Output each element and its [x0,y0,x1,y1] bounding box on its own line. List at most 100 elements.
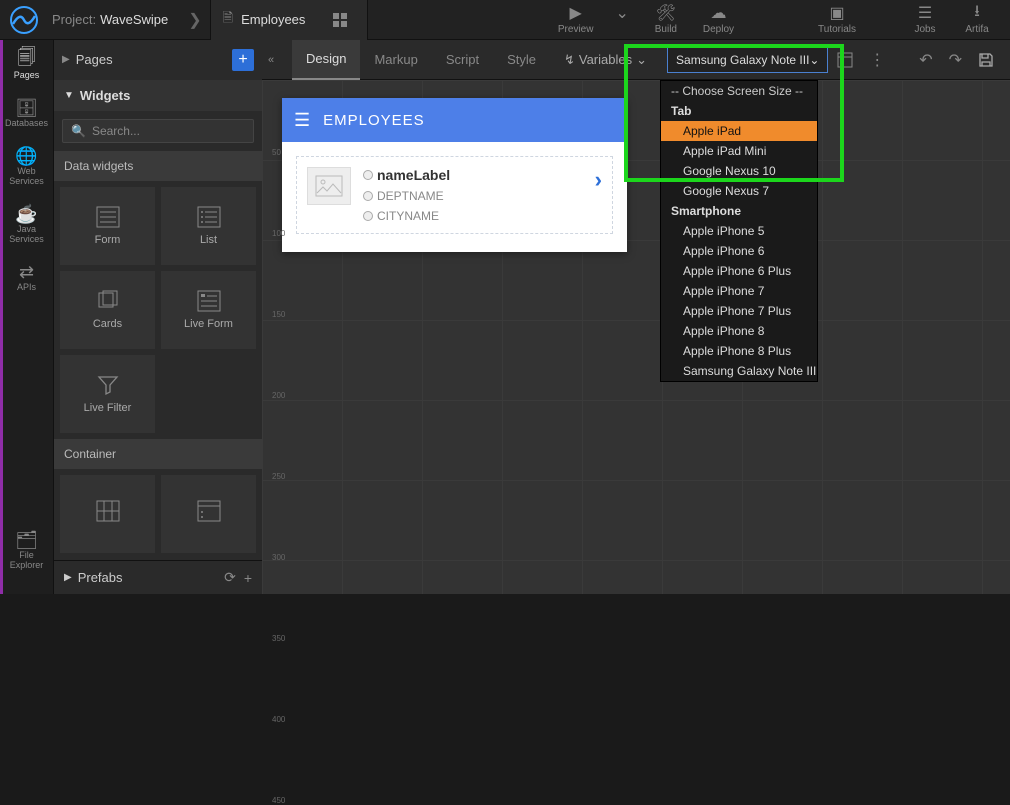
device-option-choose[interactable]: -- Choose Screen Size -- [661,81,817,101]
preview-button[interactable]: ▶Preview [548,4,604,35]
pages-section-header[interactable]: ▶ Pages + [54,40,262,80]
device-option-ipad[interactable]: Apple iPad [661,121,817,141]
widget-live-form[interactable]: Live Form [161,271,256,349]
device-option-iphone7[interactable]: Apple iPhone 7 [661,281,817,301]
widget-container-2[interactable] [161,475,256,553]
tab-style[interactable]: Style [493,40,550,80]
device-option-iphone6[interactable]: Apple iPhone 6 [661,241,817,261]
artifacts-button[interactable]: ⭳ Artifa [952,4,1002,35]
widget-list[interactable]: List [161,187,256,265]
cityname-field[interactable]: CITYNAME [363,209,589,223]
rail-web-services-label: Web Services [9,166,44,186]
caret-right-icon: ▶ [62,54,70,65]
widget-live-filter-label: Live Filter [84,402,132,414]
rail-databases[interactable]: 🗄Databases [0,94,53,132]
name-label-field[interactable]: nameLabel [363,167,589,183]
device-size-select[interactable]: Samsung Galaxy Note III ⌄ [667,47,828,73]
rail-pages[interactable]: 🗐Pages [0,46,53,84]
open-document-tab[interactable]: 🗎 Employees [210,0,369,40]
rail-java-services-label: Java Services [9,224,44,244]
ruler-tick: 100 [272,229,286,238]
artifacts-label: Artifa [965,24,988,35]
variables-dropdown[interactable]: ↯ Variables ⌄ [564,52,647,68]
add-prefab-button[interactable]: + [244,570,252,586]
device-option-iphone5[interactable]: Apple iPhone 5 [661,221,817,241]
device-option-iphone7p[interactable]: Apple iPhone 7 Plus [661,301,817,321]
tab-design[interactable]: Design [292,40,360,80]
search-input[interactable]: 🔍 Search... [62,119,254,143]
widget-form[interactable]: Form [60,187,155,265]
dashboard-icon[interactable] [325,13,355,27]
tools-icon: 🛠 [656,4,676,22]
rail-apis[interactable]: ⇄APIs [0,258,53,296]
undo-button[interactable]: ↶ [915,46,936,74]
device-option-iphone8p[interactable]: Apple iPhone 8 Plus [661,341,817,361]
save-button[interactable] [974,48,998,72]
tab-markup[interactable]: Markup [360,40,431,80]
rail-web-services[interactable]: 🌐Web Services [0,142,53,190]
ruler-tick: 50 [272,148,286,157]
page-header[interactable]: ☰ EMPLOYEES [282,98,627,142]
project-name[interactable]: WaveSwipe [100,12,168,27]
widgets-header[interactable]: ▼ Widgets [54,80,262,111]
rail-file-explorer[interactable]: 🗂File Explorer [0,526,53,574]
widget-container-1[interactable] [60,475,155,553]
page-body[interactable]: nameLabel DEPTNAME CITYNAME › [282,142,627,252]
app-logo[interactable] [8,4,40,36]
java-icon: ☕ [15,204,37,224]
widget-live-form-label: Live Form [184,318,233,330]
deptname-field[interactable]: DEPTNAME [363,189,589,203]
device-option-nexus10[interactable]: Google Nexus 10 [661,161,817,181]
device-option-ipad-mini[interactable]: Apple iPad Mini [661,141,817,161]
anchor-icon [363,170,373,180]
panel-icon [197,500,221,522]
device-group-tab: Tab [661,101,817,121]
name-label-text: nameLabel [377,167,450,183]
anchor-icon [363,211,373,221]
build-button[interactable]: 🛠Build [641,4,691,35]
cards-icon [96,290,120,312]
widgets-panel: ▼ Widgets 🔍 Search... Data widgets Form … [54,80,262,594]
search-placeholder: Search... [92,124,140,138]
jobs-button[interactable]: ☰Jobs [900,4,950,35]
design-canvas[interactable]: ☰ EMPLOYEES nameLabel DEPTNAME CITYNAME … [262,80,1010,594]
chevron-right-icon[interactable]: ❯ [180,10,209,30]
toolbar-secondary: ▶ Pages + « Design Markup Script Style ↯… [54,40,1010,80]
widget-cards[interactable]: Cards [60,271,155,349]
device-option-iphone8[interactable]: Apple iPhone 8 [661,321,817,341]
list-icon [197,206,221,228]
hamburger-icon[interactable]: ☰ [294,110,311,131]
device-option-note3[interactable]: Samsung Galaxy Note III [661,361,817,381]
deploy-label: Deploy [703,24,734,35]
add-page-button[interactable]: + [232,49,254,71]
layout-icon[interactable] [833,48,857,72]
redo-button[interactable]: ↷ [945,46,966,74]
form-icon [96,206,120,228]
device-artboard[interactable]: ☰ EMPLOYEES nameLabel DEPTNAME CITYNAME … [282,98,627,252]
widget-live-filter[interactable]: Live Filter [60,355,155,433]
widget-list-label: List [200,234,217,246]
tutorials-button[interactable]: ▣Tutorials [808,4,866,35]
collapse-panel-button[interactable]: « [262,54,280,66]
deploy-button[interactable]: ☁Deploy [693,4,744,35]
rail-file-explorer-label: File Explorer [10,550,44,570]
list-item[interactable]: nameLabel DEPTNAME CITYNAME › [296,156,613,234]
download-icon: ⭳ [974,4,980,22]
variables-label: Variables [579,52,632,67]
rail-java-services[interactable]: ☕Java Services [0,200,53,248]
device-option-iphone6p[interactable]: Apple iPhone 6 Plus [661,261,817,281]
widgets-header-label: Widgets [80,88,130,103]
search-icon: 🔍 [71,124,86,138]
globe-icon: 🌐 [15,146,37,166]
tab-script[interactable]: Script [432,40,493,80]
refresh-icon[interactable]: ⟳ [224,569,236,586]
device-option-nexus7[interactable]: Google Nexus 7 [661,181,817,201]
preview-dropdown[interactable]: ⌄ [605,4,638,35]
widget-form-label: Form [95,234,121,246]
more-icon[interactable]: ⋮ [865,46,889,74]
device-selected-label: Samsung Galaxy Note III [676,53,809,67]
prefabs-section[interactable]: ▶ Prefabs ⟳ + [54,560,262,594]
chevron-right-icon[interactable]: › [589,167,602,193]
device-size-dropdown[interactable]: -- Choose Screen Size -- Tab Apple iPad … [660,80,818,382]
vertical-ruler: 50 100 150 200 250 300 350 400 450 [272,98,286,594]
